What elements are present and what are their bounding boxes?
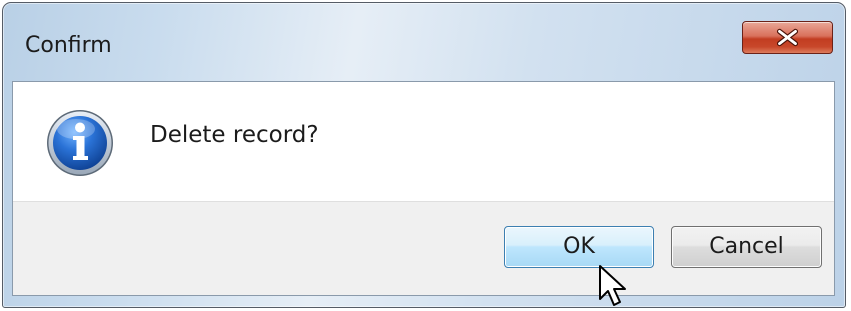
message-area: Delete record?	[13, 82, 834, 201]
title-bar[interactable]: Confirm	[3, 3, 845, 81]
button-bar: OK Cancel	[13, 201, 834, 295]
message-text: Delete record?	[150, 122, 319, 148]
confirm-dialog: Confirm Delete record? OK Cancel	[2, 2, 846, 308]
close-icon	[776, 28, 799, 47]
ok-button[interactable]: OK	[504, 226, 654, 268]
close-button[interactable]	[742, 21, 833, 54]
window-title: Confirm	[25, 33, 112, 58]
info-icon	[47, 110, 113, 176]
mouse-cursor-icon	[599, 265, 626, 306]
cancel-button[interactable]: Cancel	[671, 226, 822, 268]
dialog-body: Delete record? OK Cancel	[12, 81, 835, 296]
